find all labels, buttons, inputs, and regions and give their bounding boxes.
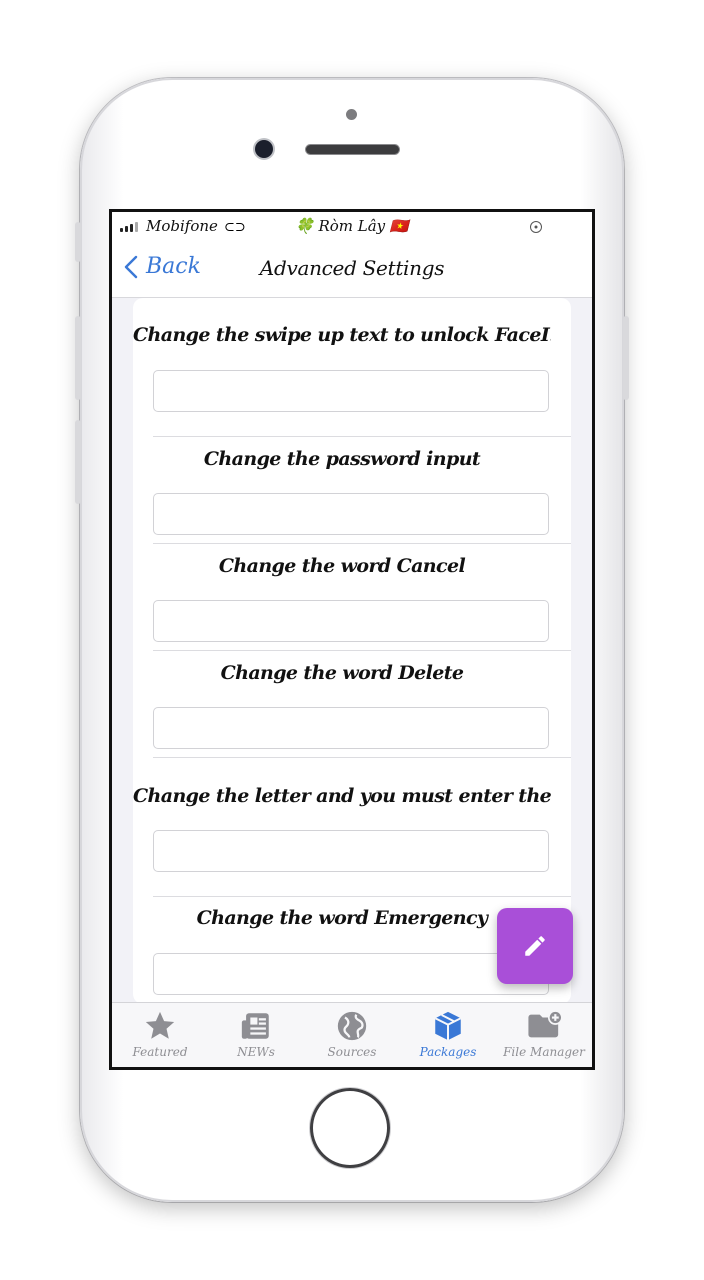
settings-card: Change the swipe up text to unlock FaceI… [133, 298, 571, 1004]
divider [153, 543, 571, 544]
tab-news[interactable]: NEWs [208, 1003, 304, 1067]
carrier-name: Mobifone [146, 217, 218, 235]
tab-label: Packages [419, 1045, 477, 1059]
star-icon [145, 1011, 175, 1039]
setting-label: Change the word Delete [220, 662, 464, 684]
settings-list[interactable]: Change the swipe up text to unlock FaceI… [112, 298, 592, 1004]
divider [153, 757, 571, 758]
proximity-sensor [346, 109, 357, 120]
enter-passcode-text-input[interactable] [153, 830, 549, 872]
edit-fab-button[interactable] [497, 908, 573, 984]
status-bar: Mobifone ⊂⊃ 🍀 Ròm Lây 🇻🇳 [112, 212, 592, 242]
tab-sources[interactable]: Sources [304, 1003, 400, 1067]
delete-word-input[interactable] [153, 707, 549, 749]
globe-icon [337, 1011, 367, 1041]
home-button[interactable] [310, 1088, 390, 1168]
signal-icon [120, 222, 138, 232]
link-icon: ⊂⊃ [224, 220, 246, 235]
folder-add-icon [528, 1010, 563, 1038]
tab-bar: Featured NEWs Sources Packages File Mana… [112, 1002, 592, 1067]
volume-down-button [75, 420, 81, 504]
rotation-lock-icon [530, 221, 542, 233]
page-title: Advanced Settings [259, 256, 445, 280]
navigation-bar: Back Advanced Settings [112, 242, 592, 298]
tab-label: NEWs [237, 1045, 275, 1059]
earpiece-speaker [306, 145, 399, 154]
setting-section: Change the swipe up text to unlock FaceI… [133, 298, 571, 438]
tab-packages[interactable]: Packages [400, 1003, 496, 1067]
tab-label: Sources [327, 1045, 377, 1059]
news-icon [241, 1013, 269, 1039]
setting-section: Change the word Delete [153, 652, 571, 759]
setting-label: Change the letter and you must enter the… [133, 785, 551, 807]
tab-file-manager[interactable]: File Manager [496, 1003, 592, 1067]
front-camera [255, 140, 273, 158]
mute-switch [75, 222, 81, 262]
tab-featured[interactable]: Featured [112, 1003, 208, 1067]
divider [153, 436, 571, 437]
cancel-word-input[interactable] [153, 600, 549, 642]
pencil-icon [525, 936, 545, 956]
setting-label: Change the password input [203, 448, 481, 470]
setting-section: Change the password input [153, 438, 571, 545]
setting-section: Change the word Cancel [153, 545, 571, 652]
status-center-text: 🍀 Ròm Lây 🇻🇳 [295, 217, 409, 235]
box-icon [434, 1011, 462, 1041]
setting-label: Change the swipe up text to unlock FaceI… [133, 324, 551, 346]
emergency-word-input[interactable] [153, 953, 549, 995]
password-input-text-input[interactable] [153, 493, 549, 535]
tab-label: File Manager [503, 1045, 585, 1059]
setting-label: Change the word Cancel [218, 555, 466, 577]
setting-section: Change the letter and you must enter the… [133, 759, 571, 897]
setting-label: Change the word Emergency [196, 907, 488, 929]
power-button [623, 316, 629, 400]
tab-label: Featured [132, 1045, 188, 1059]
screen: Mobifone ⊂⊃ 🍀 Ròm Lây 🇻🇳 Back Advanced S… [109, 209, 595, 1070]
volume-up-button [75, 316, 81, 400]
divider [153, 650, 571, 651]
swipe-up-text-input[interactable] [153, 370, 549, 412]
